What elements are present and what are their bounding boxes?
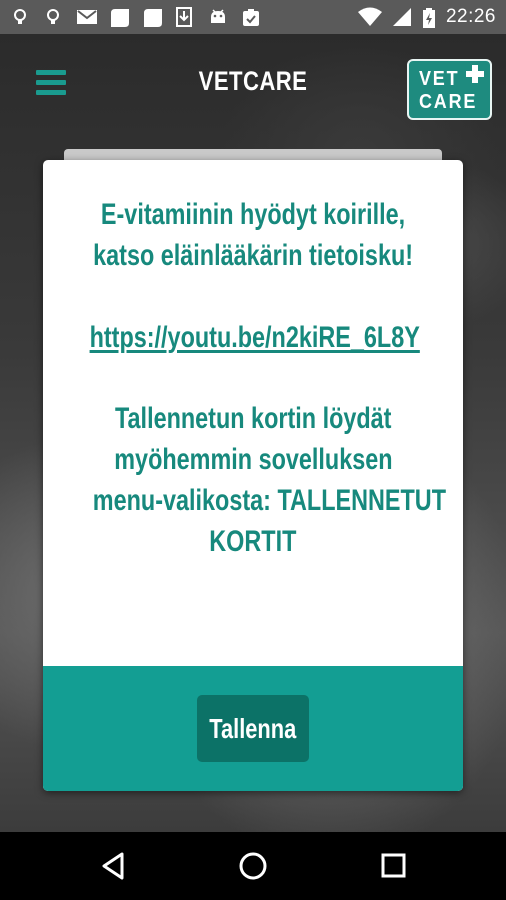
dialog-heading-line1: E-vitamiinin hyödyt koirille,	[100, 198, 406, 231]
logo-line-vet: VET	[419, 68, 460, 90]
save-button[interactable]: Tallenna	[197, 695, 309, 762]
dialog-info-line1: Tallennetun kortin löydät	[114, 402, 392, 435]
wifi-icon	[357, 7, 382, 27]
status-time: 22:26	[445, 6, 496, 27]
dialog-heading-line2: katso eläinlääkärin tietoisku!	[93, 239, 413, 272]
dialog-info-line4: KORTIT	[209, 525, 297, 558]
dialog-info-line2: myöhemmin sovelluksen	[113, 443, 393, 476]
signal-icon	[392, 7, 412, 27]
android-icon	[208, 7, 228, 27]
mail-icon	[76, 7, 97, 27]
download-icon	[175, 7, 195, 27]
bulb-icon	[43, 7, 63, 27]
dialog-info-line3: menu-valikosta: TALLENNETUT	[92, 484, 447, 517]
square-icon	[109, 7, 129, 27]
plus-icon	[466, 65, 484, 83]
home-icon[interactable]	[237, 850, 269, 882]
dialog-body: E-vitamiinin hyödyt koirille, katso eläi…	[43, 160, 463, 666]
video-link[interactable]: https://youtu.be/n2kiRE_6L8Y	[43, 321, 463, 355]
logo-line-care: CARE	[419, 91, 478, 113]
vetcare-logo: VET CARE	[407, 59, 492, 120]
battery-charging-icon	[422, 7, 436, 28]
clipboard-check-icon	[241, 7, 261, 27]
status-bar: 22:26	[0, 0, 506, 34]
info-dialog: E-vitamiinin hyödyt koirille, katso eläi…	[43, 160, 463, 791]
back-icon[interactable]	[98, 850, 130, 882]
dialog-footer: Tallenna	[43, 666, 463, 791]
bulb-icon	[10, 7, 30, 27]
recents-icon[interactable]	[378, 850, 410, 882]
navigation-bar	[0, 832, 506, 900]
app-title: VETCARE	[198, 66, 308, 96]
square-icon	[142, 7, 162, 27]
